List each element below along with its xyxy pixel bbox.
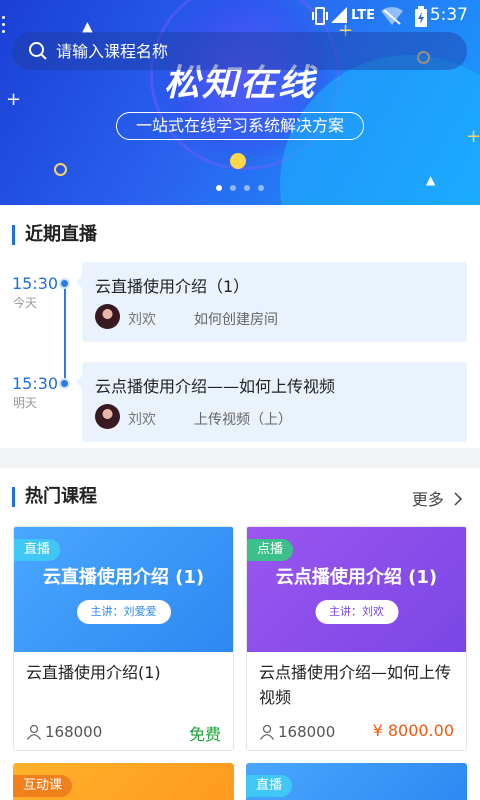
live-time: 15:30 <box>12 274 59 293</box>
course-card[interactable]: 直播 云直播使用介绍 (1) 主讲：刘爱爱 云直播使用介绍(1) 168000 … <box>13 526 234 751</box>
course-card[interactable]: 点播 云点播使用介绍 (1) 主讲：刘欢 云点播使用介绍—如何上传视频 1680… <box>246 526 467 751</box>
live-teacher: 刘欢 <box>128 312 156 328</box>
timeline-line <box>64 285 66 385</box>
triangle-deco: ▲ <box>426 173 436 187</box>
course-speaker: 主讲：刘爱爱 <box>76 600 171 624</box>
dot-deco <box>230 153 246 169</box>
course-banner: 直播 云直播使用介绍 (1) 主讲：刘爱爱 <box>14 527 233 652</box>
status-bar: LTE 5:37 <box>0 0 480 33</box>
battery-charging-icon <box>415 6 427 27</box>
course-banner: 点播 云点播使用介绍 (1) 主讲：刘欢 <box>247 527 466 652</box>
more-link[interactable]: 更多 <box>412 486 463 510</box>
student-count: 168000 <box>45 723 103 741</box>
section-title: 近期直播 <box>12 225 97 245</box>
signal-icon <box>331 7 347 23</box>
overflow-menu-icon[interactable] <box>2 16 6 37</box>
live-teacher: 刘欢 <box>128 412 156 428</box>
ring-deco <box>54 163 67 176</box>
live-topic: 上传视频（上） <box>194 412 292 428</box>
search-bar[interactable] <box>12 32 467 70</box>
course-tag: 直播 <box>246 775 293 797</box>
wifi-icon <box>381 7 403 25</box>
carousel-dot[interactable] <box>244 185 250 191</box>
live-time: 15:30 <box>12 374 59 393</box>
course-card[interactable]: 直播 <box>246 763 467 800</box>
network-type: LTE <box>351 8 375 23</box>
course-tag: 互动课 <box>13 775 73 797</box>
banner-slogan: 一站式在线学习系统解决方案 <box>116 112 364 140</box>
section-title: 热门课程 <box>12 487 97 507</box>
status-time: 5:37 <box>429 5 468 25</box>
user-icon <box>259 724 275 740</box>
live-day: 今天 <box>13 296 38 310</box>
live-day: 明天 <box>13 396 38 410</box>
course-card[interactable]: 互动课 <box>13 763 234 800</box>
timeline-dot <box>59 378 70 389</box>
course-title: 云点播使用介绍—如何上传视频 <box>259 663 452 707</box>
vibrate-icon <box>312 7 328 25</box>
carousel-dot[interactable] <box>230 185 236 191</box>
avatar <box>95 304 120 329</box>
live-title: 云直播使用介绍（1） <box>95 277 250 296</box>
course-speaker: 主讲：刘欢 <box>315 600 398 624</box>
live-title: 云点播使用介绍——如何上传视频 <box>95 377 336 396</box>
live-card[interactable]: 云直播使用介绍（1） 刘欢 如何创建房间 <box>76 262 467 342</box>
student-count: 168000 <box>278 723 336 741</box>
carousel-dot-active[interactable] <box>216 185 222 191</box>
plus-deco: + <box>466 126 480 147</box>
course-banner-title: 云点播使用介绍 (1) <box>275 567 438 588</box>
recent-live-section: 近期直播 15:30 今天 云直播使用介绍（1） 刘欢 如何创建房间 15:30… <box>0 205 480 448</box>
chevron-right-icon <box>454 492 463 506</box>
live-topic: 如何创建房间 <box>194 312 278 328</box>
user-icon <box>26 724 42 740</box>
course-tag: 点播 <box>247 539 294 561</box>
course-price: ¥ 8000.00 <box>372 721 454 740</box>
course-title: 云直播使用介绍(1) <box>26 663 161 682</box>
more-label: 更多 <box>411 490 444 509</box>
course-price: 免费 <box>188 725 221 744</box>
course-students: 168000 <box>26 723 102 741</box>
search-input[interactable] <box>56 41 436 61</box>
carousel-dot[interactable] <box>258 185 264 191</box>
course-banner-title: 云直播使用介绍 (1) <box>42 567 205 588</box>
search-icon <box>29 42 47 60</box>
live-card[interactable]: 云点播使用介绍——如何上传视频 刘欢 上传视频（上） <box>76 362 467 442</box>
carousel-indicators <box>216 185 264 191</box>
course-students: 168000 <box>259 723 335 741</box>
timeline-dot <box>59 278 70 289</box>
course-tag: 直播 <box>14 539 61 561</box>
hot-courses-section: 热门课程 更多 直播 云直播使用介绍 (1) 主讲：刘爱爱 云直播使用介绍(1)… <box>0 468 480 800</box>
avatar <box>95 404 120 429</box>
